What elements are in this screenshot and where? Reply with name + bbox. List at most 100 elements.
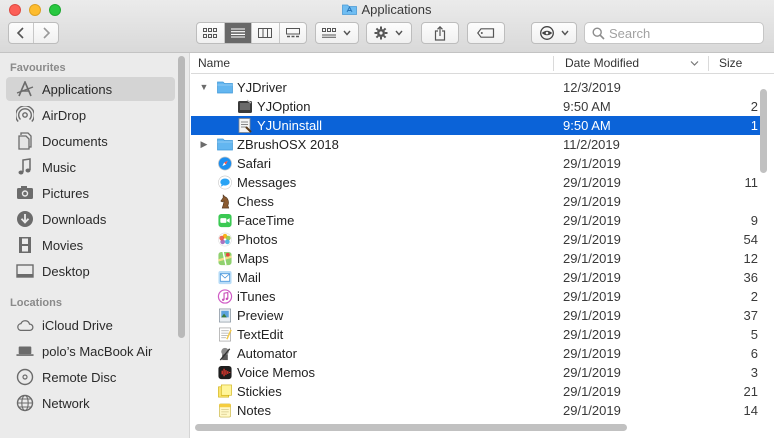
- file-row[interactable]: Preview 29/1/2019 37: [191, 306, 766, 325]
- sidebar-item-icloud-drive[interactable]: iCloud Drive: [6, 313, 175, 337]
- date-modified-column-header[interactable]: Date Modified: [565, 53, 639, 74]
- favourites-header: Favourites: [10, 62, 66, 74]
- chevron-left-icon: [16, 27, 24, 39]
- file-row[interactable]: Messages 29/1/2019 11: [191, 173, 766, 192]
- file-name: ZBrushOSX 2018: [237, 137, 339, 152]
- sidebar-item-label: Downloads: [42, 211, 107, 227]
- gallery-view-button[interactable]: [278, 23, 307, 43]
- itunes-icon: [217, 289, 233, 304]
- tag-button[interactable]: [467, 22, 505, 44]
- network-icon: [16, 394, 34, 412]
- icon-grid-icon: [203, 28, 218, 38]
- file-size: 5: [750, 327, 758, 342]
- file-row[interactable]: Photos 29/1/2019 54: [191, 230, 766, 249]
- quick-look-button[interactable]: [531, 22, 577, 44]
- sidebar-item-macbook-air[interactable]: polo’s MacBook Air: [6, 339, 175, 363]
- forward-button[interactable]: [33, 23, 58, 43]
- sidebar-item-downloads[interactable]: Downloads: [6, 207, 175, 231]
- laptop-icon: [16, 342, 34, 360]
- file-date-modified: 12/3/2019: [563, 80, 621, 95]
- disclosure-triangle-icon[interactable]: ▶: [199, 135, 209, 154]
- locations-header: Locations: [10, 297, 62, 309]
- file-row[interactable]: Automator 29/1/2019 6: [191, 344, 766, 363]
- file-row[interactable]: Mail 29/1/2019 36: [191, 268, 766, 287]
- facetime-icon: [217, 213, 233, 228]
- pictures-icon: [16, 184, 34, 202]
- downloads-icon: [16, 210, 34, 228]
- icon-view-button[interactable]: [197, 23, 224, 43]
- share-icon: [434, 25, 446, 41]
- file-row[interactable]: FaceTime 29/1/2019 9: [191, 211, 766, 230]
- chevron-down-icon: [395, 30, 403, 36]
- sidebar-item-applications[interactable]: Applications: [6, 77, 175, 101]
- file-row[interactable]: Chess 29/1/2019: [191, 192, 766, 211]
- messages-icon: [217, 175, 233, 190]
- file-row[interactable]: YJOption 9:50 AM 2: [191, 97, 766, 116]
- columns-icon: [258, 28, 273, 38]
- file-name: Preview: [237, 308, 284, 323]
- size-column-header[interactable]: Size: [719, 53, 742, 74]
- search-field[interactable]: [584, 22, 764, 44]
- airdrop-icon: [16, 106, 34, 124]
- file-size: 2: [750, 99, 758, 114]
- group-by-button[interactable]: [315, 22, 359, 44]
- sidebar-item-movies[interactable]: Movies: [6, 233, 175, 257]
- gallery-icon: [285, 28, 300, 38]
- list-view-button[interactable]: [223, 23, 251, 43]
- sidebar-item-label: AirDrop: [42, 107, 87, 123]
- file-row[interactable]: Maps 29/1/2019 12: [191, 249, 766, 268]
- sidebar-item-network[interactable]: Network: [6, 391, 175, 415]
- name-column-header[interactable]: Name: [198, 53, 230, 74]
- sidebar-item-remote-disc[interactable]: Remote Disc: [6, 365, 175, 389]
- sidebar-item-documents[interactable]: Documents: [6, 129, 175, 153]
- chevron-right-icon: [43, 27, 51, 39]
- file-row[interactable]: Stickies 29/1/2019 21: [191, 382, 766, 401]
- search-input[interactable]: [605, 25, 749, 41]
- file-list-vertical-scrollbar[interactable]: [760, 89, 767, 173]
- sidebar-item-label: Applications: [42, 81, 113, 97]
- file-size: 12: [743, 251, 758, 266]
- file-name: Stickies: [237, 384, 282, 399]
- disclosure-triangle-icon[interactable]: ▼: [199, 78, 209, 97]
- finder-window: Applications Search Favourites Applicati…: [0, 0, 774, 438]
- eye-icon: [540, 26, 554, 40]
- file-row[interactable]: iTunes 29/1/2019 2: [191, 287, 766, 306]
- toolbar: Applications: [0, 0, 774, 53]
- list-lines-icon: [230, 28, 245, 38]
- sidebar-item-desktop[interactable]: Desktop: [6, 259, 175, 283]
- sidebar-item-airdrop[interactable]: AirDrop: [6, 103, 175, 127]
- safari-icon: [217, 156, 233, 171]
- sidebar-item-label: Network: [42, 395, 90, 411]
- file-row[interactable]: Safari 29/1/2019: [191, 154, 766, 173]
- file-row[interactable]: ▼ YJDriver 12/3/2019: [191, 78, 766, 97]
- file-date-modified: 29/1/2019: [563, 175, 621, 190]
- file-name: Maps: [237, 251, 269, 266]
- file-list-horizontal-scrollbar[interactable]: [195, 424, 627, 431]
- file-date-modified: 29/1/2019: [563, 156, 621, 171]
- file-name: Automator: [237, 346, 297, 361]
- sidebar-item-music[interactable]: Music: [6, 155, 175, 179]
- file-row[interactable]: Voice Memos 29/1/2019 3: [191, 363, 766, 382]
- folder-icon: [217, 137, 233, 152]
- action-button[interactable]: [366, 22, 412, 44]
- sidebar-item-pictures[interactable]: Pictures: [6, 181, 175, 205]
- file-name: Chess: [237, 194, 274, 209]
- column-divider[interactable]: [553, 56, 554, 71]
- column-view-button[interactable]: [251, 23, 279, 43]
- file-name: iTunes: [237, 289, 276, 304]
- file-row[interactable]: Notes 29/1/2019 14: [191, 401, 766, 420]
- applications-folder-icon: [342, 4, 358, 15]
- sidebar: Favourites Applications AirDrop Document…: [0, 53, 190, 438]
- file-size: 11: [744, 175, 759, 190]
- column-header: Name Date Modified Size: [191, 53, 774, 74]
- file-row[interactable]: ▶ ZBrushOSX 2018 11/2/2019: [191, 135, 766, 154]
- back-button[interactable]: [9, 23, 33, 43]
- share-button[interactable]: [421, 22, 459, 44]
- column-divider[interactable]: [708, 56, 709, 71]
- file-date-modified: 9:50 AM: [563, 99, 611, 114]
- sidebar-scrollbar[interactable]: [178, 56, 185, 338]
- file-row[interactable]: YJUninstall 9:50 AM 1: [191, 116, 766, 135]
- file-row[interactable]: TextEdit 29/1/2019 5: [191, 325, 766, 344]
- gear-icon: [374, 26, 388, 40]
- file-name: Photos: [237, 232, 278, 247]
